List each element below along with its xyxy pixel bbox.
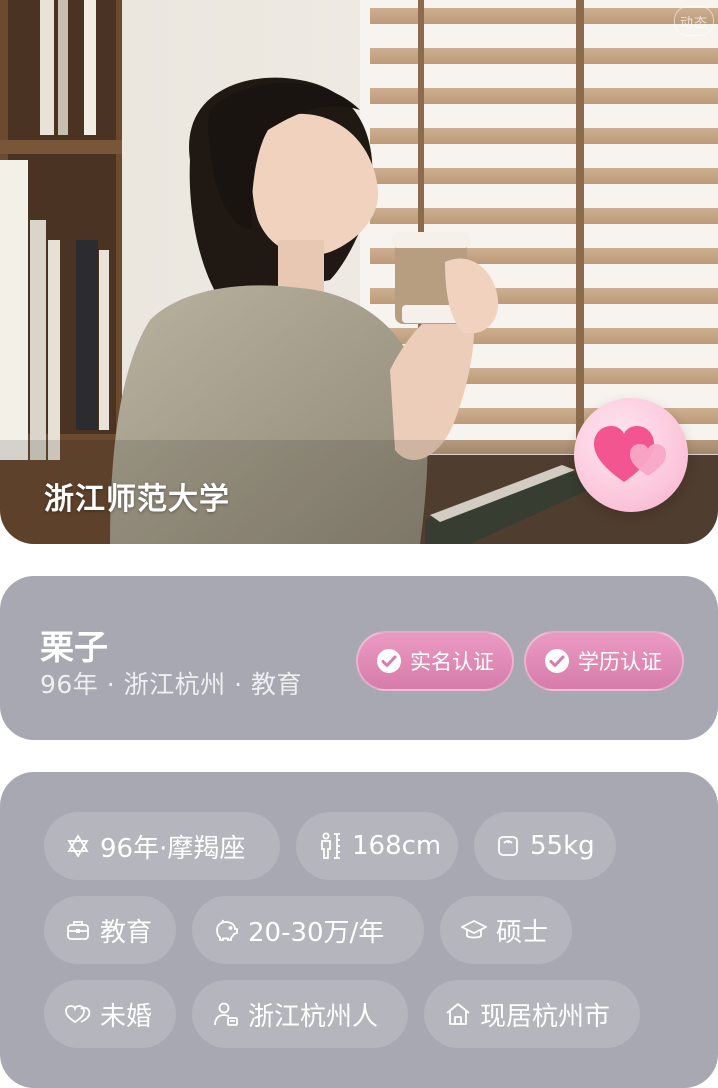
education-verified-badge[interactable]: 学历认证	[524, 631, 684, 691]
person-id-icon	[212, 1000, 240, 1028]
tag-occupation: 教育	[44, 896, 176, 964]
school-label: 浙江师范大学	[44, 482, 230, 517]
tag-label: 教育	[100, 917, 153, 948]
tag-residence: 现居杭州市	[424, 980, 640, 1048]
tag-hometown: 浙江杭州人	[192, 980, 408, 1048]
tag-label: 96年·摩羯座	[100, 833, 246, 864]
hearts-like-icon	[594, 426, 666, 482]
like-button[interactable]	[574, 398, 688, 512]
height-icon	[316, 832, 344, 860]
tag-label: 浙江杭州人	[248, 1001, 379, 1032]
graduation-cap-icon	[460, 916, 488, 944]
badge-label: 学历认证	[578, 650, 662, 674]
check-circle-icon	[376, 648, 402, 674]
tag-education: 硕士	[440, 896, 572, 964]
tag-income: 20-30万/年	[192, 896, 424, 964]
hearts-icon	[64, 1000, 92, 1028]
tag-marital-status: 未婚	[44, 980, 176, 1048]
tag-label: 168cm	[352, 831, 442, 861]
profile-photo-card[interactable]: 动态 浙江师范大学	[0, 0, 718, 544]
briefcase-icon	[64, 916, 92, 944]
tag-label: 55kg	[530, 831, 595, 861]
home-icon	[444, 1000, 472, 1028]
tag-label: 未婚	[100, 1001, 153, 1032]
real-name-verified-badge[interactable]: 实名认证	[356, 631, 514, 691]
tag-label: 20-30万/年	[248, 917, 385, 948]
star-of-david-icon	[64, 832, 92, 860]
piggy-bank-icon	[212, 916, 240, 944]
tag-weight: 55kg	[474, 812, 616, 880]
scale-icon	[494, 832, 522, 860]
tag-label: 硕士	[496, 917, 549, 948]
tag-height: 168cm	[296, 812, 458, 880]
tag-label: 现居杭州市	[480, 1001, 611, 1032]
badge-label: 实名认证	[410, 650, 494, 674]
profile-name: 栗子	[40, 628, 108, 668]
corner-badge[interactable]: 动态	[674, 6, 714, 36]
tag-zodiac: 96年·摩羯座	[44, 812, 280, 880]
profile-meta: 96年 · 浙江杭州 · 教育	[40, 670, 302, 699]
check-circle-icon	[544, 648, 570, 674]
